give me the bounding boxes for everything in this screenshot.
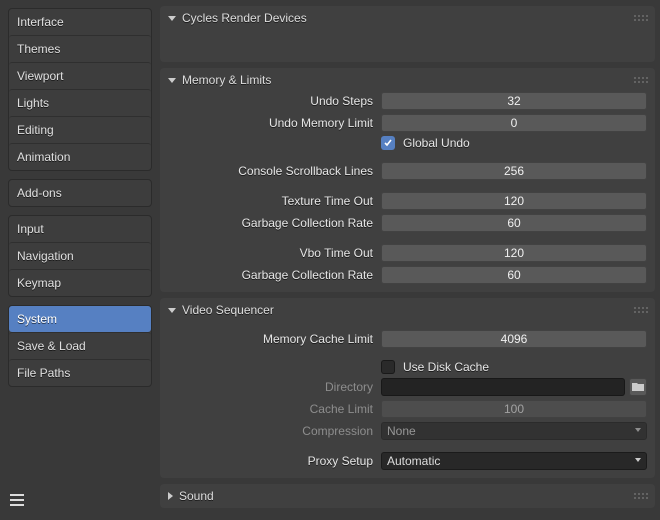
panel-header-memory-limits[interactable]: Memory & Limits [160, 68, 655, 92]
select-value: Automatic [387, 454, 440, 468]
chevron-down-icon [168, 308, 176, 313]
field-texture-timeout[interactable]: 120 [381, 192, 647, 210]
label-undo-memory-limit: Undo Memory Limit [168, 116, 373, 130]
panel-header-sound[interactable]: Sound [160, 484, 655, 508]
label-texture-timeout: Texture Time Out [168, 194, 373, 208]
panel-title: Sound [179, 489, 214, 503]
field-gc-rate-1[interactable]: 60 [381, 214, 647, 232]
chevron-down-icon [635, 428, 641, 432]
field-undo-steps[interactable]: 32 [381, 92, 647, 110]
select-compression[interactable]: None [381, 422, 647, 440]
panel-title: Cycles Render Devices [182, 11, 307, 25]
field-directory[interactable] [381, 378, 625, 396]
grip-icon[interactable] [634, 493, 648, 499]
chevron-down-icon [168, 16, 176, 21]
select-proxy-setup[interactable]: Automatic [381, 452, 647, 470]
field-undo-memory-limit[interactable]: 0 [381, 114, 647, 132]
panel-cycles-render-devices: Cycles Render Devices [160, 6, 655, 62]
sidebar-item-themes[interactable]: Themes [9, 35, 151, 62]
hamburger-icon [10, 494, 26, 506]
label-vbo-timeout: Vbo Time Out [168, 246, 373, 260]
chevron-right-icon [168, 492, 173, 500]
field-gc-rate-2[interactable]: 60 [381, 266, 647, 284]
label-undo-steps: Undo Steps [168, 94, 373, 108]
panel-sound: Sound [160, 484, 655, 508]
sidebar-item-interface[interactable]: Interface [9, 9, 151, 35]
field-memory-cache-limit[interactable]: 4096 [381, 330, 647, 348]
label-console-scrollback: Console Scrollback Lines [168, 164, 373, 178]
sidebar-item-input[interactable]: Input [9, 216, 151, 242]
folder-icon [632, 382, 644, 392]
label-global-undo: Global Undo [403, 136, 470, 150]
panel-memory-limits: Memory & Limits Undo Steps 32 Undo Memory… [160, 68, 655, 292]
field-vbo-timeout[interactable]: 120 [381, 244, 647, 262]
label-use-disk-cache: Use Disk Cache [403, 360, 489, 374]
main-content: Cycles Render Devices Memory & Limits Un… [160, 0, 660, 520]
preferences-sidebar: Interface Themes Viewport Lights Editing… [0, 0, 160, 520]
grip-icon[interactable] [634, 77, 648, 83]
label-gc-rate-1: Garbage Collection Rate [168, 216, 373, 230]
sidebar-item-system[interactable]: System [9, 306, 151, 332]
checkbox-global-undo[interactable] [381, 136, 395, 150]
label-compression: Compression [168, 424, 373, 438]
label-directory: Directory [168, 380, 373, 394]
sidebar-item-file-paths[interactable]: File Paths [9, 359, 151, 386]
browse-directory-button[interactable] [629, 378, 647, 396]
panel-title: Memory & Limits [182, 73, 271, 87]
panel-video-sequencer: Video Sequencer Memory Cache Limit 4096 U… [160, 298, 655, 478]
sidebar-item-viewport[interactable]: Viewport [9, 62, 151, 89]
sidebar-item-save-load[interactable]: Save & Load [9, 332, 151, 359]
label-gc-rate-2: Garbage Collection Rate [168, 268, 373, 282]
grip-icon[interactable] [634, 307, 648, 313]
checkbox-use-disk-cache[interactable] [381, 360, 395, 374]
sidebar-item-animation[interactable]: Animation [9, 143, 151, 170]
sidebar-group-addons: Add-ons [8, 179, 152, 207]
panel-title: Video Sequencer [182, 303, 274, 317]
label-disk-cache-limit: Cache Limit [168, 402, 373, 416]
hamburger-menu-button[interactable] [8, 488, 152, 512]
sidebar-item-editing[interactable]: Editing [9, 116, 151, 143]
label-proxy-setup: Proxy Setup [168, 454, 373, 468]
sidebar-group-system: System Save & Load File Paths [8, 305, 152, 387]
select-value: None [387, 424, 416, 438]
panel-header-cycles[interactable]: Cycles Render Devices [160, 6, 655, 30]
field-console-scrollback[interactable]: 256 [381, 162, 647, 180]
panel-header-video-sequencer[interactable]: Video Sequencer [160, 298, 655, 322]
chevron-down-icon [168, 78, 176, 83]
check-icon [383, 138, 393, 148]
sidebar-item-lights[interactable]: Lights [9, 89, 151, 116]
sidebar-item-addons[interactable]: Add-ons [9, 180, 151, 206]
sidebar-item-keymap[interactable]: Keymap [9, 269, 151, 296]
grip-icon[interactable] [634, 15, 648, 21]
sidebar-item-navigation[interactable]: Navigation [9, 242, 151, 269]
label-memory-cache-limit: Memory Cache Limit [168, 332, 373, 346]
sidebar-group-general: Interface Themes Viewport Lights Editing… [8, 8, 152, 171]
field-disk-cache-limit[interactable]: 100 [381, 400, 647, 418]
sidebar-group-input: Input Navigation Keymap [8, 215, 152, 297]
chevron-down-icon [635, 458, 641, 462]
